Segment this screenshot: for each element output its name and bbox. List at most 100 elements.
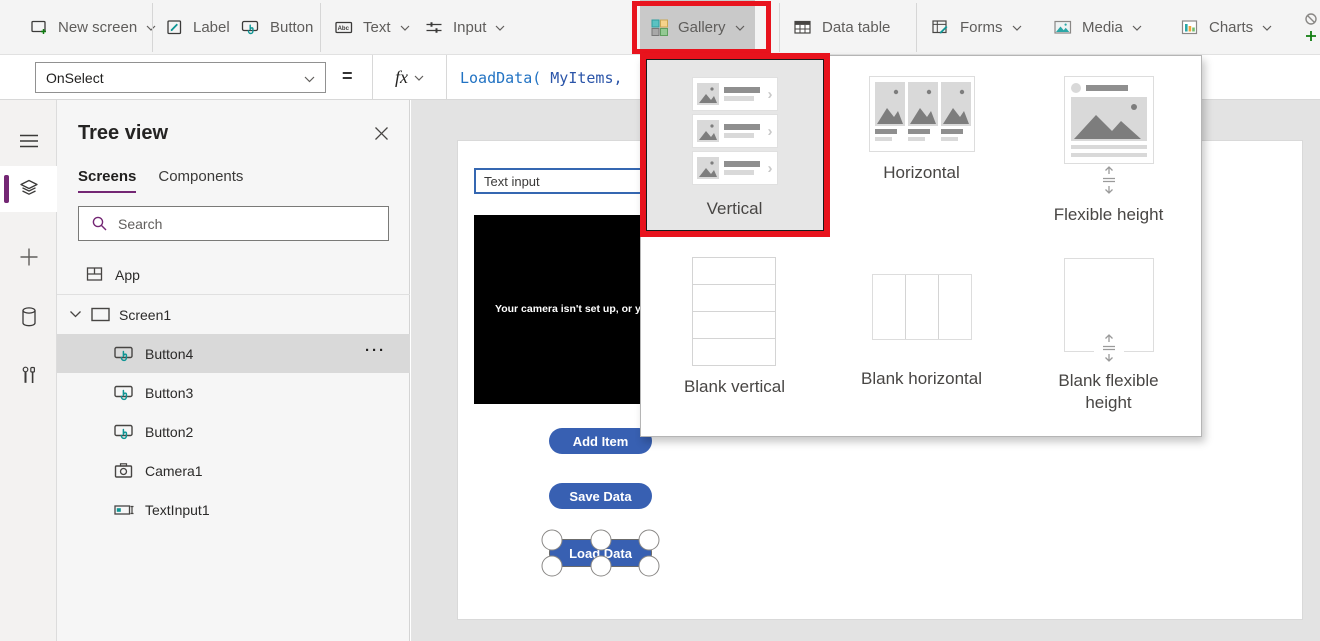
toolbar-item-label: Charts <box>1209 19 1253 36</box>
fx-dropdown[interactable]: fx <box>372 55 447 100</box>
equals-sign: = <box>342 66 353 87</box>
gallery-option-cell: Horizontal <box>828 56 1015 238</box>
gallery-option-vertical[interactable]: › › › Vertical <box>646 59 824 231</box>
item-options-button[interactable]: ··· <box>365 342 386 359</box>
gallery-option-cell: Blank horizontal <box>828 238 1015 434</box>
property-dropdown[interactable]: OnSelect <box>35 62 326 93</box>
tree-item-label: Button2 <box>145 424 193 440</box>
toolbar-item-label: Button <box>270 19 313 36</box>
tab-components[interactable]: Components <box>158 168 243 193</box>
toolbar-item-gallery[interactable]: Gallery <box>640 0 755 55</box>
svg-text:Abc: Abc <box>338 26 350 32</box>
formula-comma: , <box>614 69 623 87</box>
gallery-option-label: Blank vertical <box>684 376 785 398</box>
resize-handle-top-right[interactable] <box>639 530 660 551</box>
tree-view-rail-button[interactable] <box>0 166 57 212</box>
label-icon <box>165 18 184 37</box>
tree-item-button4[interactable]: Button4 ··· <box>57 334 410 373</box>
text-input-value: Text input <box>484 174 540 189</box>
gallery-option-cell: › › › Vertical <box>641 56 828 238</box>
save-data-button[interactable]: Save Data <box>549 483 652 509</box>
close-panel-button[interactable] <box>374 126 389 146</box>
gallery-option-blank-flexible-height[interactable]: Blank flexible height <box>1046 238 1171 414</box>
add-item-button[interactable]: Add Item <box>549 428 652 454</box>
resize-handle-bottom-left[interactable] <box>542 556 563 577</box>
thumbnail-row <box>692 311 776 339</box>
gallery-option-label: Blank horizontal <box>861 368 982 390</box>
toolbar-item-label: Input <box>453 19 486 36</box>
toolbar-item-input[interactable]: Input <box>424 0 505 55</box>
thumbnail-column <box>873 275 906 339</box>
gallery-option-blank-vertical[interactable]: Blank vertical <box>684 238 785 398</box>
search-icon <box>91 215 108 232</box>
toolbar-item-charts[interactable]: Charts <box>1180 0 1272 55</box>
toolbar-item-text[interactable]: Abc Text <box>334 0 410 55</box>
chevron-down-icon <box>400 25 410 31</box>
tree-item-screen1[interactable]: Screen1 <box>57 295 410 334</box>
gallery-option-label: Flexible height <box>1054 204 1164 226</box>
image-placeholder-icon <box>941 82 971 126</box>
gallery-option-cell: Blank vertical <box>641 238 828 434</box>
tree-item-button2[interactable]: Button2 <box>57 412 410 451</box>
text-abc-icon: Abc <box>334 18 354 37</box>
toolbar-item-data-table[interactable]: Data table <box>793 0 890 55</box>
camera-icon <box>113 461 135 481</box>
tree-item-button3[interactable]: Button3 <box>57 373 410 412</box>
text-input-icon <box>113 500 135 520</box>
thumbnail-column <box>906 275 939 339</box>
gallery-option-cell: Blank flexible height <box>1015 238 1202 434</box>
flexible-height-gallery-thumbnail <box>1064 76 1154 164</box>
gallery-option-flexible-height[interactable]: Flexible height <box>1054 56 1164 226</box>
thumbnail-row <box>692 338 776 366</box>
tree-item-app[interactable]: App <box>57 255 410 294</box>
charts-icon <box>1180 18 1200 37</box>
toolbar-item-label: Media <box>1082 19 1123 36</box>
chevron-down-icon[interactable] <box>69 310 82 319</box>
toolbar-item-custom-cutoff[interactable] <box>1302 0 1320 55</box>
data-rail-button[interactable] <box>0 294 57 340</box>
toolbar-item-label: Gallery <box>678 19 726 36</box>
tree-item-camera1[interactable]: Camera1 <box>57 451 410 490</box>
plus-icon <box>19 247 39 267</box>
tree-item-textinput1[interactable]: TextInput1 <box>57 490 410 529</box>
resize-handle-top-center[interactable] <box>590 530 611 551</box>
resize-arrows-icon <box>1100 334 1118 362</box>
thumbnail-row: › <box>692 151 778 185</box>
chevron-down-icon <box>495 25 505 31</box>
blank-horizontal-thumbnail <box>872 274 972 340</box>
toolbar-item-button[interactable]: Button <box>241 0 313 55</box>
rail-selection-indicator <box>4 175 9 203</box>
toolbar-item-label[interactable]: Label <box>165 0 230 55</box>
gallery-option-label: Blank flexible height <box>1046 370 1171 414</box>
chevron-down-icon <box>414 75 424 81</box>
resize-handle-bottom-center[interactable] <box>590 556 611 577</box>
resize-handle-top-left[interactable] <box>542 530 563 551</box>
toolbar-separator <box>152 3 153 52</box>
resize-handle-bottom-right[interactable] <box>639 556 660 577</box>
app-icon <box>85 265 105 284</box>
image-placeholder-icon <box>697 157 719 179</box>
insert-rail-button[interactable] <box>0 234 57 280</box>
search-input[interactable] <box>118 216 348 232</box>
database-icon <box>19 306 39 328</box>
thumbnail-row <box>692 284 776 312</box>
image-placeholder-icon <box>697 83 719 105</box>
chevron-right-icon: › <box>768 87 773 102</box>
toolbar-item-forms[interactable]: Forms <box>931 0 1022 55</box>
formula-function-name: LoadData( <box>460 69 541 87</box>
image-placeholder-icon <box>1071 97 1147 141</box>
gallery-option-horizontal[interactable]: Horizontal <box>869 56 975 184</box>
tree-list: App Screen1 Button4 ··· Button3 Button2 <box>57 255 410 529</box>
toolbar-item-new-screen[interactable]: New screen <box>30 0 156 55</box>
advanced-tools-rail-button[interactable] <box>0 353 57 399</box>
tab-screens[interactable]: Screens <box>78 168 136 193</box>
button-icon <box>241 18 261 37</box>
image-placeholder-icon <box>908 82 938 126</box>
toolbar-item-label: Text <box>363 19 391 36</box>
gallery-option-blank-horizontal[interactable]: Blank horizontal <box>861 238 982 390</box>
toolbar-item-media[interactable]: Media <box>1053 0 1142 55</box>
hamburger-menu-button[interactable] <box>0 118 57 164</box>
formula-input[interactable]: LoadData( MyItems , <box>460 55 623 100</box>
load-data-button-selection: Load Data <box>549 539 652 567</box>
tree-view-title: Tree view <box>78 122 168 145</box>
